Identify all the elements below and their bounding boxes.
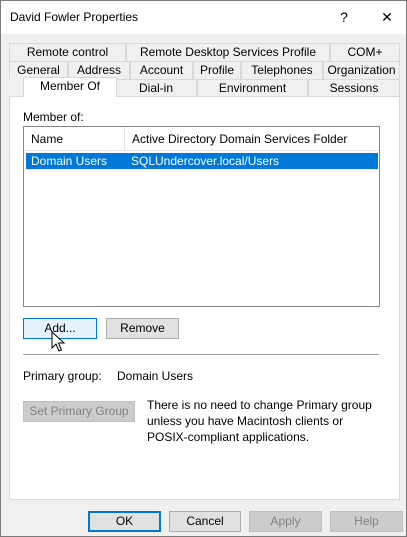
set-primary-group-button[interactable]: Set Primary Group (23, 401, 135, 422)
tab-sessions[interactable]: Sessions (308, 79, 400, 97)
apply-button[interactable]: Apply (249, 511, 322, 532)
separator-line (23, 354, 379, 355)
primary-group-value: Domain Users (117, 369, 194, 383)
member-of-list[interactable]: Name Active Directory Domain Services Fo… (23, 126, 380, 307)
title-bar: David Fowler Properties ? ✕ (1, 1, 406, 34)
window-title: David Fowler Properties (10, 10, 139, 24)
primary-group-label: Primary group: (23, 369, 102, 383)
remove-button[interactable]: Remove (106, 318, 179, 339)
tab-account[interactable]: Account (130, 61, 193, 79)
list-header: Name Active Directory Domain Services Fo… (24, 127, 379, 151)
table-row[interactable]: Domain Users SQLUndercover.local/Users (26, 153, 378, 169)
row-folder-cell: SQLUndercover.local/Users (131, 154, 280, 168)
tab-dial-in[interactable]: Dial-in (115, 79, 197, 97)
row-name-cell: Domain Users (31, 154, 108, 168)
help-button[interactable]: Help (330, 511, 403, 532)
ok-button[interactable]: OK (88, 511, 161, 532)
tab-com-plus[interactable]: COM+ (330, 43, 400, 61)
tab-environment[interactable]: Environment (197, 79, 308, 97)
member-of-label: Member of: (23, 110, 84, 124)
tab-remote-control[interactable]: Remote control (9, 43, 126, 61)
properties-dialog: David Fowler Properties ? ✕ Remote contr… (0, 0, 407, 537)
tab-row-3: Member Of Dial-in Environment Sessions (9, 77, 400, 97)
help-icon[interactable]: ? (329, 5, 359, 29)
tab-profile[interactable]: Profile (193, 61, 241, 79)
column-header-folder[interactable]: Active Directory Domain Services Folder (124, 127, 379, 151)
close-icon[interactable]: ✕ (372, 5, 402, 29)
tab-organization[interactable]: Organization (323, 61, 400, 79)
tab-remote-desktop-services-profile[interactable]: Remote Desktop Services Profile (126, 43, 330, 61)
mouse-pointer-icon (51, 331, 66, 352)
primary-group-note: There is no need to change Primary group… (147, 398, 372, 444)
column-header-name[interactable]: Name (24, 127, 124, 151)
tab-telephones[interactable]: Telephones (241, 61, 323, 79)
tab-row-1: Remote control Remote Desktop Services P… (9, 43, 400, 61)
cancel-button[interactable]: Cancel (169, 511, 241, 532)
tab-member-of[interactable]: Member Of (23, 77, 117, 97)
